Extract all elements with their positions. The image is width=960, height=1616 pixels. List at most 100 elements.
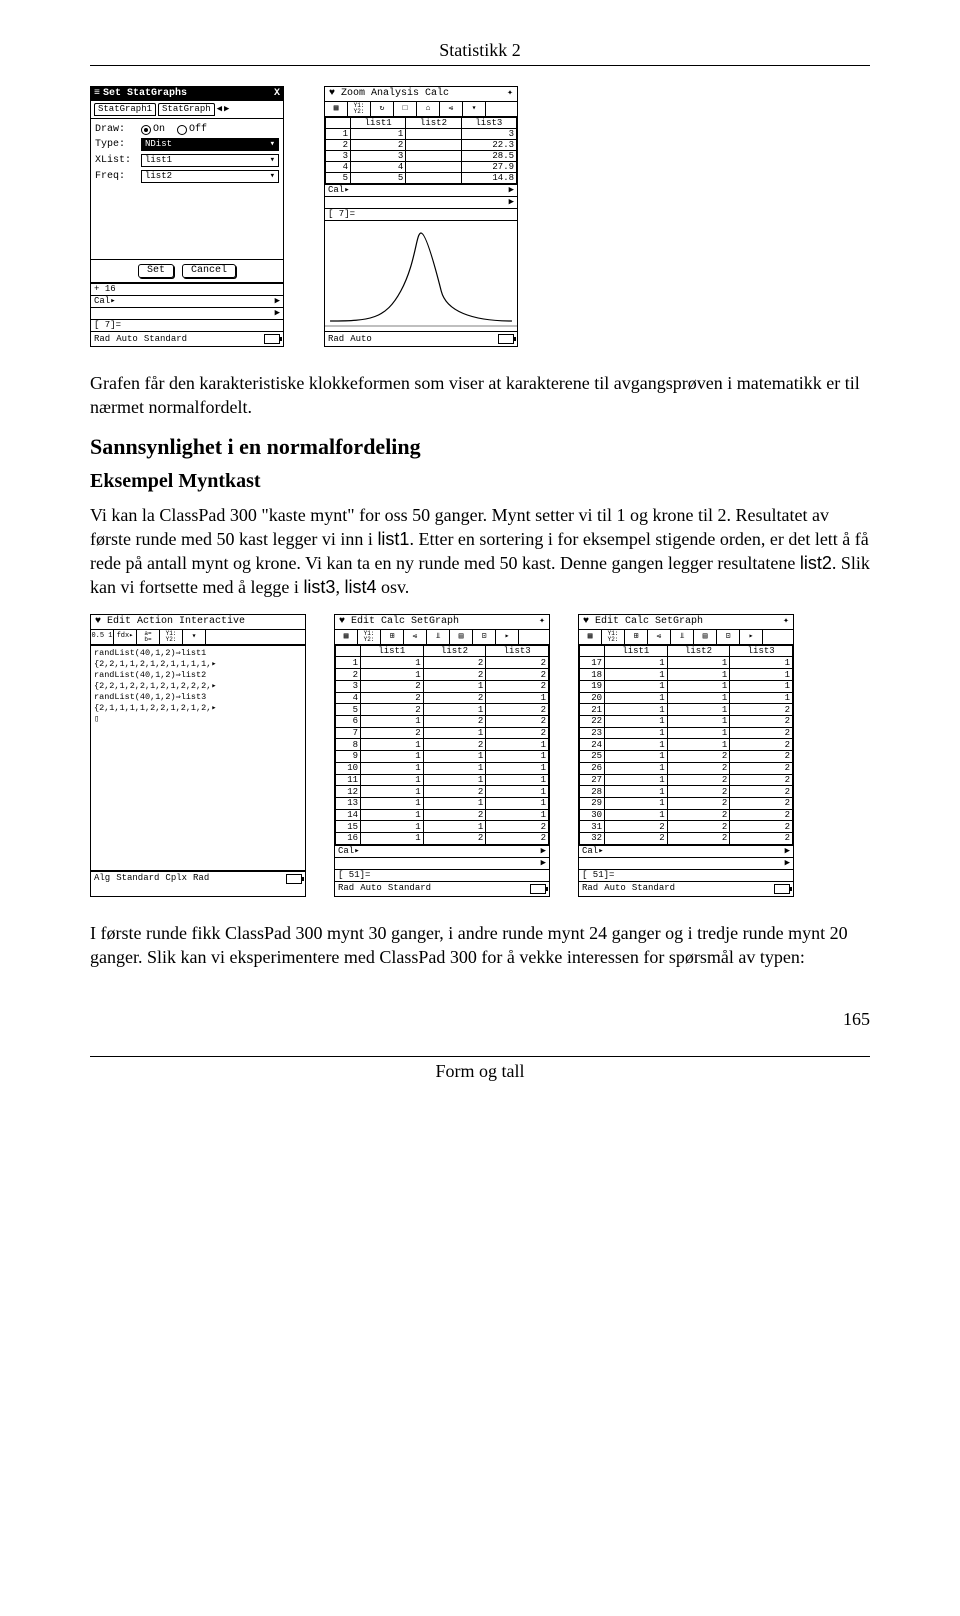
iconbar: ▦ Y1: Y2: ⊞ ⩹ ⫫ ▤ ⊡ ▸: [579, 630, 793, 645]
menu-edit[interactable]: Edit: [351, 617, 375, 627]
status-auto: Auto: [604, 884, 626, 893]
toolbar-icon[interactable]: ▦: [335, 630, 358, 644]
toolbar-icon[interactable]: ▦: [325, 102, 348, 116]
menubar: ♥ Edit Action Interactive: [91, 615, 305, 630]
tab-statgraph2[interactable]: StatGraph: [158, 103, 215, 116]
toolbar-icon[interactable]: ▾: [183, 630, 206, 644]
diamond-icon[interactable]: ✦: [539, 617, 545, 627]
list-ref-1: list1: [377, 529, 409, 549]
row-blank: ▶: [579, 857, 793, 869]
data-table[interactable]: list1list2list31122212232124221521261227…: [335, 645, 549, 845]
toolbar-icon[interactable]: ⊞: [381, 630, 404, 644]
toolbar-icon[interactable]: Y1: Y2:: [160, 630, 183, 644]
calc-edit-action: ♥ Edit Action Interactive 0.5 1 fdx▸ a= …: [90, 614, 306, 897]
row-eq: [ 51]=: [579, 869, 793, 881]
data-table[interactable]: list1list2list31711118111191112011121112…: [579, 645, 793, 845]
toolbar-icon[interactable]: ▤: [450, 630, 473, 644]
toolbar-icon[interactable]: ⫫: [671, 630, 694, 644]
paragraph-1: Grafen får den karakteristiske klokkefor…: [90, 371, 870, 420]
chevron-down-icon: ▾: [270, 172, 275, 181]
toolbar-icon[interactable]: a= b=: [137, 630, 160, 644]
status-cplx: Cplx: [165, 874, 187, 883]
tab-statgraph1[interactable]: StatGraph1: [94, 103, 156, 116]
set-button[interactable]: Set: [138, 264, 174, 278]
menu-calc[interactable]: Calc: [625, 617, 649, 627]
battery-icon: [286, 874, 302, 884]
settings-pane: Draw: On Off Type: NDist▾ XList: list1▾ …: [91, 119, 283, 189]
toolbar-icon[interactable]: ▸: [496, 630, 519, 644]
menu-action[interactable]: Action: [137, 617, 173, 627]
row-eq: [ 7]=: [91, 319, 283, 331]
status-auto: Auto: [350, 335, 372, 344]
menu-analysis[interactable]: Analysis: [371, 89, 419, 99]
dropdown-xlist[interactable]: list1▾: [141, 154, 279, 167]
dropdown-freq[interactable]: list2▾: [141, 170, 279, 183]
row-blank: ▶: [325, 196, 517, 208]
menu-heart-icon[interactable]: ♥: [329, 89, 335, 99]
code-line: randList(40,1,2)⇒list1: [94, 648, 302, 659]
toolbar-icon[interactable]: ⩹: [440, 102, 463, 116]
menu-setgraph[interactable]: SetGraph: [411, 617, 459, 627]
menubar: ♥ Zoom Analysis Calc ✦: [325, 87, 517, 102]
toolbar-icon[interactable]: ⌂: [417, 102, 440, 116]
tab-arrow-left-icon[interactable]: ◀: [217, 105, 222, 114]
toolbar-icon[interactable]: Y1: Y2:: [348, 102, 371, 116]
row-cal[interactable]: Cal▸▶: [579, 845, 793, 857]
tab-arrow-right-icon[interactable]: ▶: [224, 105, 229, 114]
menu-heart-icon[interactable]: ♥: [339, 617, 345, 627]
toolbar-icon[interactable]: ▤: [694, 630, 717, 644]
button-row: Set Cancel: [91, 259, 283, 283]
toolbar-icon[interactable]: ⊡: [473, 630, 496, 644]
toolbar-icon[interactable]: Y1: Y2:: [602, 630, 625, 644]
code-line: {2,2,1,1,2,1,2,1,1,1,1,▸: [94, 659, 302, 670]
menu-zoom[interactable]: Zoom: [341, 89, 365, 99]
toolbar-icon[interactable]: 0.5 1: [91, 630, 114, 644]
menu-calc[interactable]: Calc: [425, 89, 449, 99]
row-cal[interactable]: Cal▸▶: [91, 295, 283, 307]
toolbar-icon[interactable]: Y1: Y2:: [358, 630, 381, 644]
diamond-icon[interactable]: ✦: [507, 89, 513, 99]
code-line: {2,2,1,2,2,1,2,1,2,2,2,▸: [94, 681, 302, 692]
status-rad: Rad: [582, 884, 598, 893]
toolbar-icon[interactable]: □: [394, 102, 417, 116]
menu-heart-icon[interactable]: ♥: [583, 617, 589, 627]
toolbar-icon[interactable]: fdx▸: [114, 630, 137, 644]
code-line: {2,1,1,1,1,2,2,1,2,1,2,▸: [94, 703, 302, 714]
toolbar-icon[interactable]: ↻: [371, 102, 394, 116]
diamond-icon[interactable]: ✦: [783, 617, 789, 627]
toolbar-icon[interactable]: ⊡: [717, 630, 740, 644]
label-type: Type:: [95, 140, 137, 150]
page-number: 165: [90, 1009, 870, 1030]
sheet-pane: list1list2list31122212232124221521261227…: [335, 645, 549, 845]
battery-icon: [498, 334, 514, 344]
heading-sannsynlighet: Sannsynlighet i en normalfordeling: [90, 434, 870, 460]
toolbar-icon[interactable]: ⩹: [648, 630, 671, 644]
menu-edit[interactable]: Edit: [595, 617, 619, 627]
row-eq: [ 7]=: [325, 208, 517, 220]
status-standard: Standard: [116, 874, 159, 883]
menu-calc[interactable]: Calc: [381, 617, 405, 627]
close-icon[interactable]: X: [274, 89, 280, 99]
row-cal[interactable]: Cal▸▶: [325, 184, 517, 196]
toolbar-icon[interactable]: ▦: [579, 630, 602, 644]
row-cal[interactable]: Cal▸▶: [335, 845, 549, 857]
menu-interactive[interactable]: Interactive: [179, 617, 245, 627]
toolbar-icon[interactable]: ⊞: [625, 630, 648, 644]
cancel-button[interactable]: Cancel: [182, 264, 236, 278]
code-pane[interactable]: randList(40,1,2)⇒list1 {2,2,1,1,2,1,2,1,…: [91, 645, 305, 871]
calc-set-statgraphs: ≡ Set StatGraphs X StatGraph1 StatGraph …: [90, 86, 284, 347]
toolbar-icon[interactable]: ⫫: [427, 630, 450, 644]
data-table[interactable]: list1list2list3 113 2222.3 3328.5 4427.9…: [325, 117, 517, 184]
menu-heart-icon[interactable]: ♥: [95, 617, 101, 627]
toolbar-dropdown-icon[interactable]: ▾: [463, 102, 486, 116]
radio-on[interactable]: On: [141, 125, 165, 135]
menu-edit[interactable]: Edit: [107, 617, 131, 627]
toolbar-icon[interactable]: ⩹: [404, 630, 427, 644]
menu-setgraph[interactable]: SetGraph: [655, 617, 703, 627]
paragraph-3: I første runde fikk ClassPad 300 mynt 30…: [90, 921, 870, 970]
code-line: randList(40,1,2)⇒list3: [94, 692, 302, 703]
radio-off[interactable]: Off: [177, 125, 207, 135]
toolbar-icon[interactable]: ▸: [740, 630, 763, 644]
status-bar: Rad Auto: [325, 331, 517, 346]
dropdown-type[interactable]: NDist▾: [141, 138, 279, 151]
